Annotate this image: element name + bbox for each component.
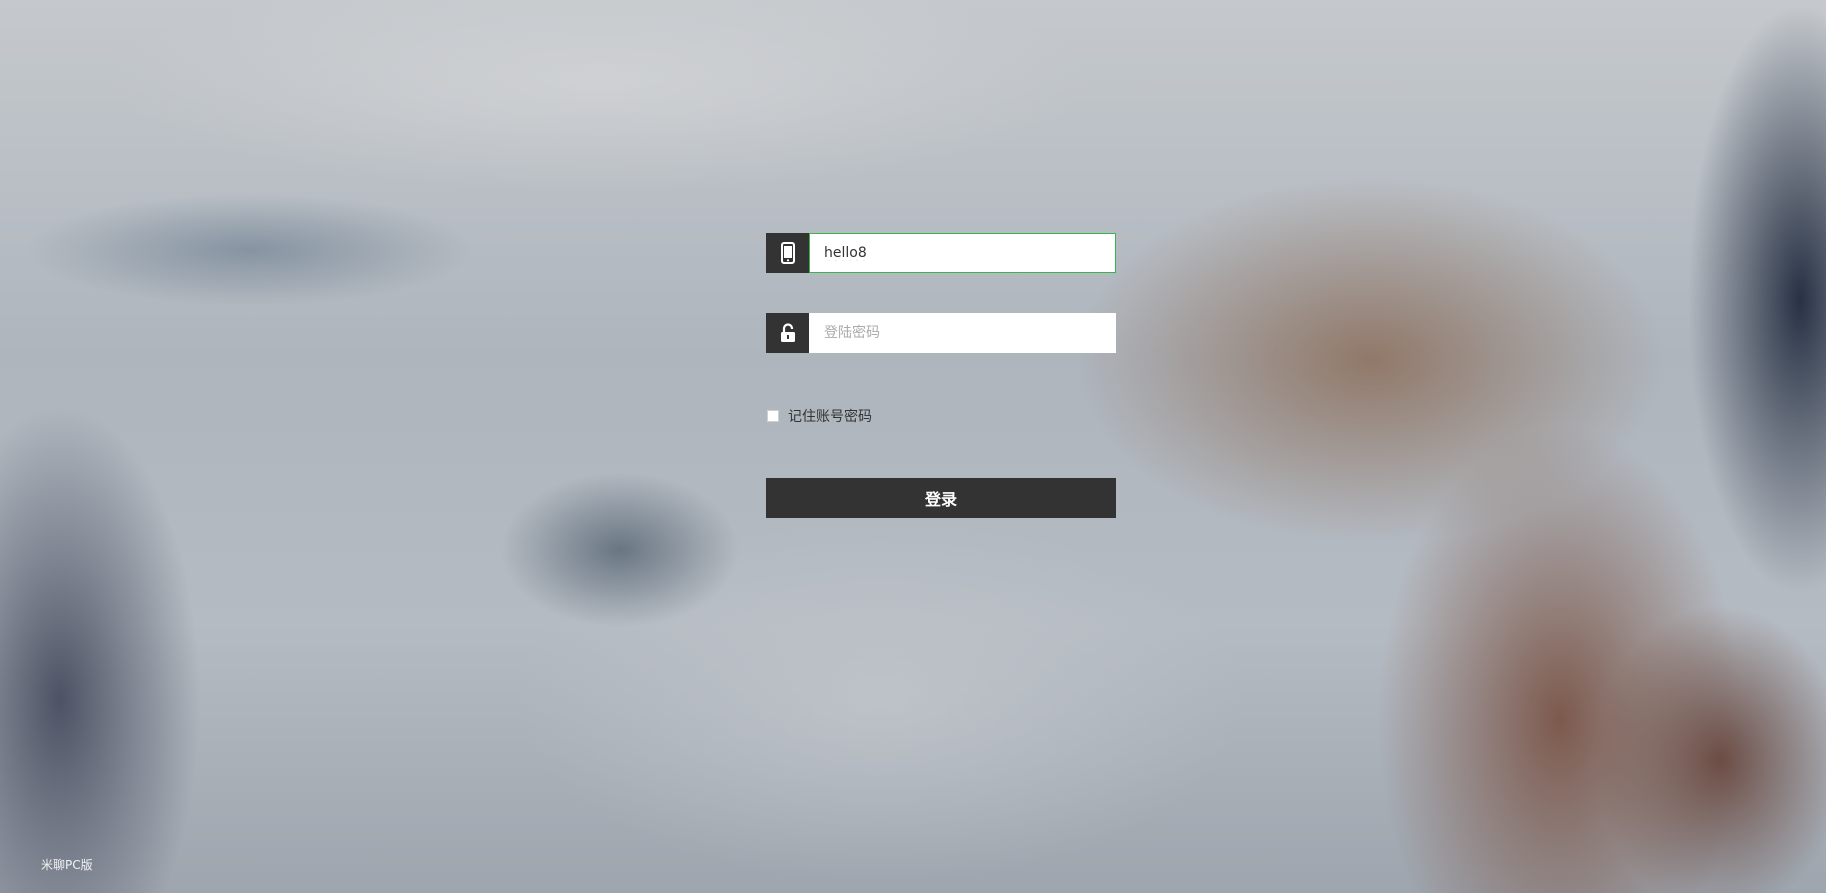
remember-checkbox[interactable] — [767, 410, 779, 422]
username-input[interactable] — [809, 233, 1116, 273]
password-row — [766, 313, 1116, 353]
login-form: 记住账号密码 登录 — [766, 233, 1116, 518]
remember-row: 记住账号密码 — [766, 406, 1116, 426]
remember-label[interactable]: 记住账号密码 — [788, 406, 872, 426]
login-button[interactable]: 登录 — [766, 478, 1116, 518]
username-row — [766, 233, 1116, 273]
unlock-icon — [766, 313, 809, 353]
app-version-label: 米聊PC版 — [41, 858, 93, 872]
login-page: 记住账号密码 登录 米聊PC版 — [0, 0, 1826, 893]
password-input[interactable] — [809, 313, 1116, 353]
mobile-phone-icon — [766, 233, 809, 273]
